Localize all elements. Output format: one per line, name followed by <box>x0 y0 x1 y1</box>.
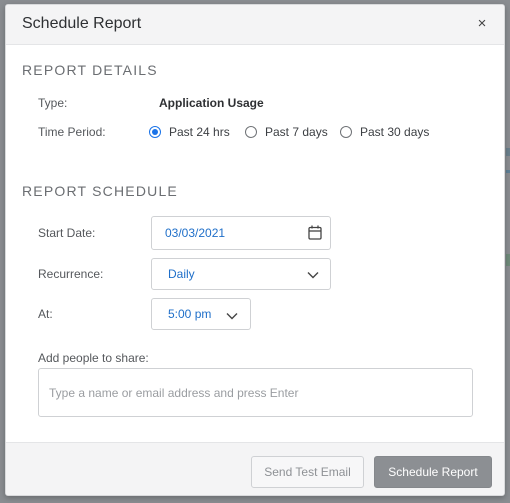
chevron-down-icon <box>226 313 238 320</box>
type-label: Type: <box>38 96 68 110</box>
share-people-input[interactable] <box>38 368 473 417</box>
radio-button[interactable] <box>340 126 352 138</box>
type-value: Application Usage <box>159 96 264 110</box>
time-period-label: Time Period: <box>38 125 106 139</box>
radio-label: Past 24 hrs <box>169 125 230 139</box>
time-select[interactable]: 5:00 pm <box>151 298 251 330</box>
dialog-title: Schedule Report <box>22 15 142 32</box>
share-label: Add people to share: <box>38 351 149 365</box>
radio-past-30-days[interactable]: Past 30 days <box>340 124 429 140</box>
close-icon[interactable]: × <box>474 16 490 32</box>
start-date-field[interactable]: 03/03/2021 <box>151 216 331 250</box>
dialog-footer: Send Test Email Schedule Report <box>6 442 504 495</box>
dialog-header: Schedule Report × <box>6 5 504 45</box>
chevron-down-icon <box>307 272 319 279</box>
radio-button-checked[interactable] <box>149 126 161 138</box>
start-date-label: Start Date: <box>38 226 96 240</box>
at-label: At: <box>38 307 53 321</box>
recurrence-select[interactable]: Daily <box>151 258 331 290</box>
schedule-report-dialog: Schedule Report × REPORT DETAILS Type: A… <box>5 4 505 496</box>
time-value: 5:00 pm <box>168 307 212 321</box>
schedule-report-button[interactable]: Schedule Report <box>374 456 492 488</box>
radio-past-7-days[interactable]: Past 7 days <box>245 124 328 140</box>
send-test-email-button[interactable]: Send Test Email <box>251 456 364 488</box>
backdrop-accent <box>506 170 510 173</box>
backdrop-accent <box>506 148 510 156</box>
radio-label: Past 7 days <box>265 125 328 139</box>
radio-past-24-hrs[interactable]: Past 24 hrs <box>149 124 230 140</box>
backdrop-accent <box>506 254 510 266</box>
recurrence-value: Daily <box>168 267 195 281</box>
recurrence-label: Recurrence: <box>38 267 104 281</box>
start-date-value: 03/03/2021 <box>165 226 226 240</box>
radio-label: Past 30 days <box>360 125 430 139</box>
report-schedule-heading: REPORT SCHEDULE <box>22 183 178 199</box>
calendar-icon[interactable] <box>308 225 322 240</box>
report-details-heading: REPORT DETAILS <box>22 62 158 78</box>
radio-button[interactable] <box>245 126 257 138</box>
